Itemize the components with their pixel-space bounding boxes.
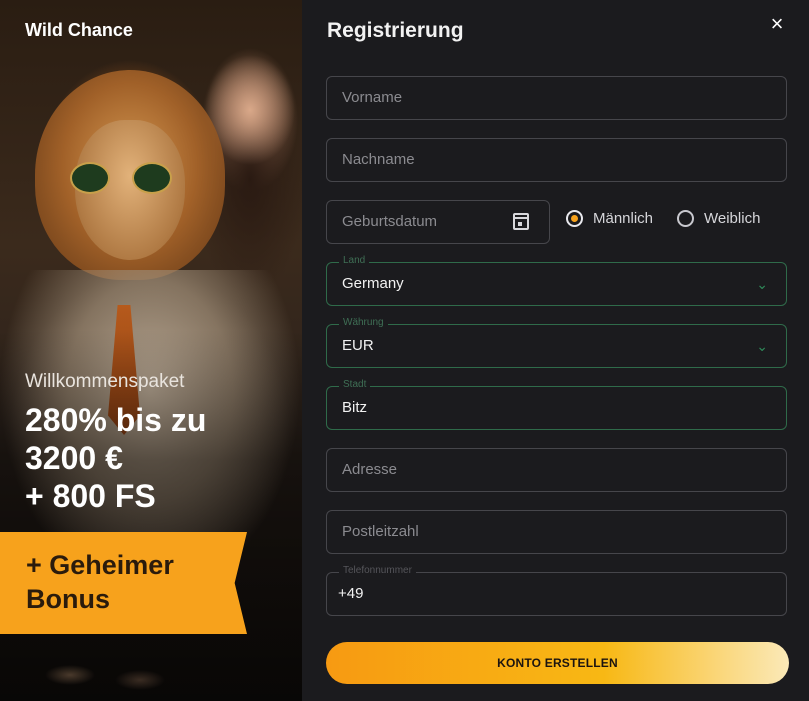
currency-label: Währung xyxy=(339,317,388,328)
promo-casino-chips xyxy=(30,655,190,701)
brand-logo: Wild Chance xyxy=(25,20,133,40)
last-name-field[interactable]: Nachname xyxy=(326,138,787,182)
bonus-headline-line: 280% bis zu xyxy=(25,402,207,438)
address-placeholder: Adresse xyxy=(342,461,398,478)
gender-male-label: Männlich xyxy=(593,210,654,227)
address-field[interactable]: Adresse xyxy=(326,448,787,492)
country-label: Land xyxy=(339,255,370,266)
phone-label: Telefonnummer xyxy=(339,565,416,576)
gender-female-label: Weiblich xyxy=(704,210,761,227)
city-value: Bitz xyxy=(342,399,368,416)
currency-value: EUR xyxy=(342,337,374,354)
city-field[interactable]: Stadt Bitz xyxy=(326,379,787,430)
promo-panel: Wild Chance Willkommenspaket 280% bis zu… xyxy=(0,0,302,701)
gender-male-radio[interactable]: Männlich xyxy=(566,210,653,227)
country-value: Germany xyxy=(342,275,404,292)
country-select[interactable]: Land Germany ⌄ xyxy=(326,255,787,306)
first-name-placeholder: Vorname xyxy=(342,89,403,106)
secret-bonus-text: + Geheimer Bonus xyxy=(26,548,174,616)
currency-select[interactable]: Währung EUR ⌄ xyxy=(326,317,787,368)
form-title: Registrierung xyxy=(327,19,464,42)
postal-code-placeholder: Postleitzahl xyxy=(342,523,419,540)
first-name-field[interactable]: Vorname xyxy=(326,76,787,120)
phone-value: +49 xyxy=(338,585,364,602)
birthdate-placeholder: Geburtsdatum xyxy=(342,213,438,230)
chevron-down-icon[interactable]: ⌄ xyxy=(756,338,768,355)
phone-field[interactable]: Telefonnummer +49 xyxy=(326,565,787,616)
secret-bonus-line: + Geheimer xyxy=(26,550,174,580)
bonus-headline: 280% bis zu 3200 € + 800 FS xyxy=(25,401,206,515)
city-label: Stadt xyxy=(339,379,371,390)
secret-bonus-line: Bonus xyxy=(26,584,110,614)
close-icon[interactable]: × xyxy=(765,12,789,36)
radio-selected-icon xyxy=(566,210,583,227)
bonus-headline-line: 3200 € xyxy=(25,440,123,476)
bonus-headline-line: + 800 FS xyxy=(25,478,156,514)
last-name-placeholder: Nachname xyxy=(342,151,415,168)
welcome-package-label: Willkommenspaket xyxy=(25,371,185,392)
promo-sunglasses xyxy=(70,162,172,194)
gender-female-radio[interactable]: Weiblich xyxy=(677,210,760,227)
postal-code-field[interactable]: Postleitzahl xyxy=(326,510,787,554)
chevron-down-icon[interactable]: ⌄ xyxy=(756,276,768,293)
registration-form: Registrierung × Vorname Nachname Geburts… xyxy=(302,0,809,701)
radio-unselected-icon xyxy=(677,210,694,227)
birthdate-field[interactable]: Geburtsdatum xyxy=(326,200,550,244)
calendar-icon[interactable] xyxy=(513,213,529,230)
create-account-button[interactable]: KONTO ERSTELLEN xyxy=(326,642,789,684)
